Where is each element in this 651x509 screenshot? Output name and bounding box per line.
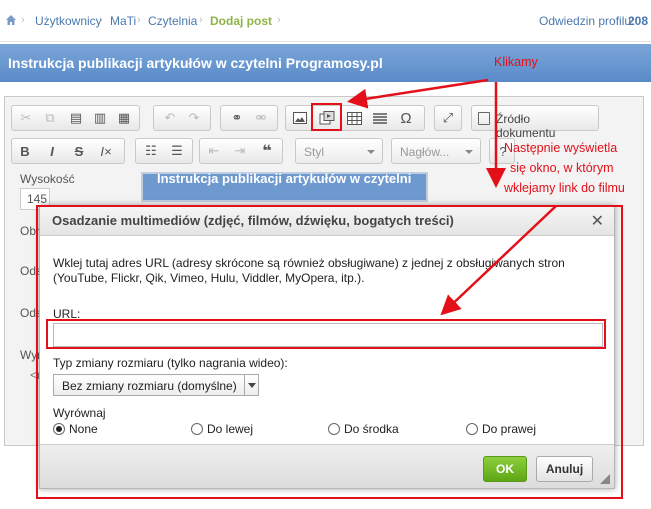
breadcrumb-user[interactable]: MaTi [110, 14, 136, 28]
list-group: ☷ ☰ [135, 138, 193, 164]
breadcrumb-separator: › [99, 14, 103, 26]
format-group: B I S I× [11, 138, 125, 164]
paste-text-icon[interactable]: ▥ [90, 109, 110, 127]
profile-visits-label: Odwiedzin profilu: [539, 14, 635, 28]
home-icon[interactable] [6, 15, 16, 25]
height-label: Wysokość [20, 172, 75, 186]
annotation-window-note-1: Następnie wyświetla [504, 141, 618, 155]
chevron-down-icon [465, 150, 473, 154]
breadcrumb-separator: › [199, 14, 203, 26]
bold-icon[interactable]: B [15, 142, 35, 160]
style-combo-value: Styl [304, 145, 325, 159]
annotation-window-note-3: wklejamy link do filmu [504, 181, 625, 195]
preview-title: Instrukcja publikacji artykułów w czytel… [157, 171, 412, 186]
screen: › Użytkownicy › MaTi › Czytelnia › Dodaj… [0, 0, 651, 509]
italic-icon[interactable]: I [42, 142, 62, 160]
content-preview: Instrukcja publikacji artykułów w czytel… [141, 171, 428, 202]
annotation-click-note: Klikamy [494, 55, 538, 69]
undo-icon[interactable]: ↶ [160, 109, 180, 127]
breadcrumb-separator: › [21, 14, 25, 26]
outdent-icon[interactable]: ⇤ [204, 142, 224, 160]
paste-icon[interactable]: ▤ [66, 109, 86, 127]
maximize-icon[interactable]: ⤢ [438, 109, 458, 127]
style-combo[interactable]: Styl [295, 138, 383, 164]
annotation-highlight-dialog [36, 205, 623, 499]
remove-format-icon[interactable]: I× [96, 142, 116, 160]
copy-icon[interactable]: ⧉ [40, 109, 60, 127]
annotation-highlight-url [46, 319, 606, 349]
blockquote-icon[interactable]: ❝ [257, 142, 277, 160]
source-label: Źródło dokumentu [496, 112, 556, 140]
heading-combo[interactable]: Nagłów... [391, 138, 481, 164]
page-title: Instrukcja publikacji artykułów w czytel… [8, 55, 383, 71]
indent-icon[interactable]: ⇥ [230, 142, 250, 160]
profile-visits-value: 208 [628, 14, 649, 28]
redo-icon[interactable]: ↷ [184, 109, 204, 127]
breadcrumb-separator: › [137, 14, 141, 26]
undo-group: ↶ ↷ [153, 105, 211, 131]
breadcrumb-users[interactable]: Użytkownicy [35, 14, 102, 28]
breadcrumb: › Użytkownicy › MaTi › Czytelnia › Dodaj… [0, 0, 651, 42]
strike-icon[interactable]: S [69, 142, 89, 160]
clipboard-group: ✂ ⧉ ▤ ▥ ▦ [11, 105, 140, 131]
insert-group: Ω [285, 105, 425, 131]
image-icon[interactable] [290, 109, 310, 127]
heading-combo-value: Nagłów... [400, 145, 450, 159]
source-button[interactable]: Źródło dokumentu [471, 105, 599, 140]
link-icon[interactable]: ⚭ [227, 109, 247, 127]
maximize-group: ⤢ [434, 105, 462, 131]
breadcrumb-separator: › [277, 14, 281, 26]
breadcrumb-add-post: Dodaj post [210, 14, 272, 28]
unlink-icon[interactable]: ⚮ [251, 109, 271, 127]
source-icon [478, 112, 490, 125]
horizontal-line-icon[interactable] [370, 109, 390, 127]
bulleted-list-icon[interactable]: ☰ [167, 142, 187, 160]
breadcrumb-reading-room[interactable]: Czytelnia [148, 14, 197, 28]
numbered-list-icon[interactable]: ☷ [141, 142, 161, 160]
paste-word-icon[interactable]: ▦ [114, 109, 134, 127]
annotation-highlight-media-button [311, 103, 342, 131]
link-group: ⚭ ⚮ [220, 105, 278, 131]
table-icon[interactable] [344, 109, 364, 127]
special-char-icon[interactable]: Ω [396, 109, 416, 127]
cut-icon[interactable]: ✂ [16, 109, 36, 127]
chevron-down-icon [367, 150, 375, 154]
page-title-bar: Instrukcja publikacji artykułów w czytel… [0, 44, 651, 82]
indent-group: ⇤ ⇥ ❝ [199, 138, 283, 164]
annotation-window-note-2: się okno, w którym [510, 161, 614, 175]
